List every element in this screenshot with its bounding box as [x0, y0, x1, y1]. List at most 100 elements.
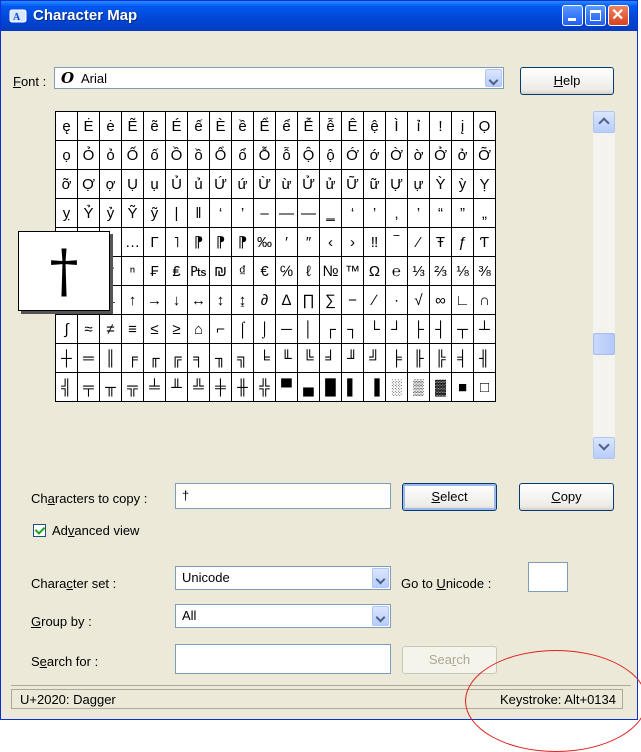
- character-cell[interactable]: Ữ: [341, 169, 364, 199]
- character-cell[interactable]: ╬: [253, 372, 276, 402]
- character-cell[interactable]: ỡ: [55, 169, 78, 199]
- character-cell[interactable]: Ớ: [341, 140, 364, 170]
- character-cell[interactable]: ễ: [319, 111, 342, 141]
- character-cell[interactable]: É: [165, 111, 188, 141]
- character-cell[interactable]: Ử: [297, 169, 320, 199]
- character-cell[interactable]: ╙: [275, 343, 298, 373]
- character-cell[interactable]: ₤: [165, 256, 188, 286]
- character-cell[interactable]: ‛: [407, 198, 430, 228]
- character-cell[interactable]: ‼: [363, 227, 386, 257]
- character-cell[interactable]: ố: [143, 140, 166, 170]
- character-cell[interactable]: ―: [297, 198, 320, 228]
- character-cell[interactable]: ↓: [165, 285, 188, 315]
- character-cell[interactable]: ₪: [209, 256, 232, 286]
- character-cell[interactable]: Ỷ: [77, 198, 100, 228]
- character-cell[interactable]: ░: [385, 372, 408, 402]
- character-cell[interactable]: ╟: [407, 343, 430, 373]
- character-cell[interactable]: ỹ: [143, 198, 166, 228]
- character-cell[interactable]: –: [253, 198, 276, 228]
- character-cell[interactable]: ┤: [429, 314, 452, 344]
- character-cell[interactable]: ’: [231, 198, 254, 228]
- grid-scrollbar[interactable]: [593, 111, 615, 459]
- character-cell[interactable]: ề: [231, 111, 254, 141]
- character-cell[interactable]: ừ: [275, 169, 298, 199]
- character-cell[interactable]: ở: [451, 140, 474, 170]
- scroll-up-icon[interactable]: [593, 111, 615, 133]
- character-cell[interactable]: ”: [451, 198, 474, 228]
- character-cell[interactable]: ┌: [319, 314, 342, 344]
- character-cell[interactable]: Ồ: [165, 140, 188, 170]
- character-cell[interactable]: ộ: [319, 140, 342, 170]
- character-cell[interactable]: ˥: [165, 227, 188, 257]
- character-cell[interactable]: ổ: [231, 140, 254, 170]
- character-cell[interactable]: Ộ: [297, 140, 320, 170]
- character-cell[interactable]: ∕: [363, 285, 386, 315]
- character-cell[interactable]: ┐: [341, 314, 364, 344]
- character-cell[interactable]: ⁋: [187, 227, 210, 257]
- copy-button[interactable]: Copy: [519, 483, 614, 511]
- character-cell[interactable]: Ể: [253, 111, 276, 141]
- character-cell[interactable]: ∏: [297, 285, 320, 315]
- character-cell[interactable]: ∞: [429, 285, 452, 315]
- character-cell[interactable]: ╒: [121, 343, 144, 373]
- character-cell[interactable]: €: [253, 256, 276, 286]
- character-cell[interactable]: ⅛: [451, 256, 474, 286]
- character-cell[interactable]: ▄: [297, 372, 320, 402]
- character-cell[interactable]: ↕: [209, 285, 232, 315]
- character-cell[interactable]: ệ: [363, 111, 386, 141]
- character-cell[interactable]: ╛: [319, 343, 342, 373]
- character-cell[interactable]: ⁿ: [121, 256, 144, 286]
- select-button[interactable]: Select: [402, 483, 497, 511]
- character-cell[interactable]: ▒: [407, 372, 430, 402]
- character-cell[interactable]: ├: [407, 314, 430, 344]
- advanced-view-checkbox[interactable]: [33, 524, 46, 537]
- character-cell[interactable]: “: [429, 198, 452, 228]
- character-cell[interactable]: ▀: [275, 372, 298, 402]
- character-cell[interactable]: ›: [341, 227, 364, 257]
- character-cell[interactable]: ⌡: [253, 314, 276, 344]
- character-cell[interactable]: ╕: [187, 343, 210, 373]
- character-cell[interactable]: ╤: [77, 372, 100, 402]
- chevron-down-icon[interactable]: [372, 606, 389, 626]
- character-cell[interactable]: ⌂: [187, 314, 210, 344]
- character-cell[interactable]: Ì: [385, 111, 408, 141]
- character-cell[interactable]: ╩: [187, 372, 210, 402]
- character-cell[interactable]: √: [407, 285, 430, 315]
- help-button[interactable]: Help: [520, 67, 614, 95]
- character-cell[interactable]: ╢: [473, 343, 496, 373]
- character-cell[interactable]: ⅜: [473, 256, 496, 286]
- character-cell[interactable]: ╦: [121, 372, 144, 402]
- character-cell[interactable]: ‘: [341, 198, 364, 228]
- character-cell[interactable]: →: [143, 285, 166, 315]
- character-cell[interactable]: ═: [77, 343, 100, 373]
- character-cell[interactable]: ⅔: [429, 256, 452, 286]
- character-cell[interactable]: ⁋: [209, 227, 232, 257]
- character-cell[interactable]: ử: [319, 169, 342, 199]
- character-cell[interactable]: ụ: [143, 169, 166, 199]
- character-cell[interactable]: ‖: [187, 198, 210, 228]
- character-cell[interactable]: ∂: [253, 285, 276, 315]
- character-cell[interactable]: ‹: [319, 227, 342, 257]
- character-cell[interactable]: Ỹ: [121, 198, 144, 228]
- character-cell[interactable]: ồ: [187, 140, 210, 170]
- character-cell[interactable]: ╘: [253, 343, 276, 373]
- character-cell[interactable]: ‾: [385, 227, 408, 257]
- character-cell[interactable]: ợ: [99, 169, 122, 199]
- character-cell[interactable]: ╝: [363, 343, 386, 373]
- character-cell[interactable]: ■: [451, 372, 474, 402]
- character-cell[interactable]: □: [473, 372, 496, 402]
- character-cell[interactable]: Ω: [363, 256, 386, 286]
- character-cell[interactable]: —: [275, 198, 298, 228]
- character-cell[interactable]: ╚: [297, 343, 320, 373]
- character-cell[interactable]: Ẽ: [121, 111, 144, 141]
- character-cell[interactable]: ▓: [429, 372, 452, 402]
- character-cell[interactable]: Ỳ: [429, 169, 452, 199]
- character-cell[interactable]: ∩: [473, 285, 496, 315]
- character-cell[interactable]: ‰: [253, 227, 276, 257]
- title-bar[interactable]: A Character Map ✕: [1, 1, 637, 31]
- character-cell[interactable]: ≤: [143, 314, 166, 344]
- close-button[interactable]: ✕: [608, 5, 629, 26]
- character-cell[interactable]: ┼: [55, 343, 78, 373]
- character-cell[interactable]: ỵ: [55, 198, 78, 228]
- character-cell[interactable]: ╜: [341, 343, 364, 373]
